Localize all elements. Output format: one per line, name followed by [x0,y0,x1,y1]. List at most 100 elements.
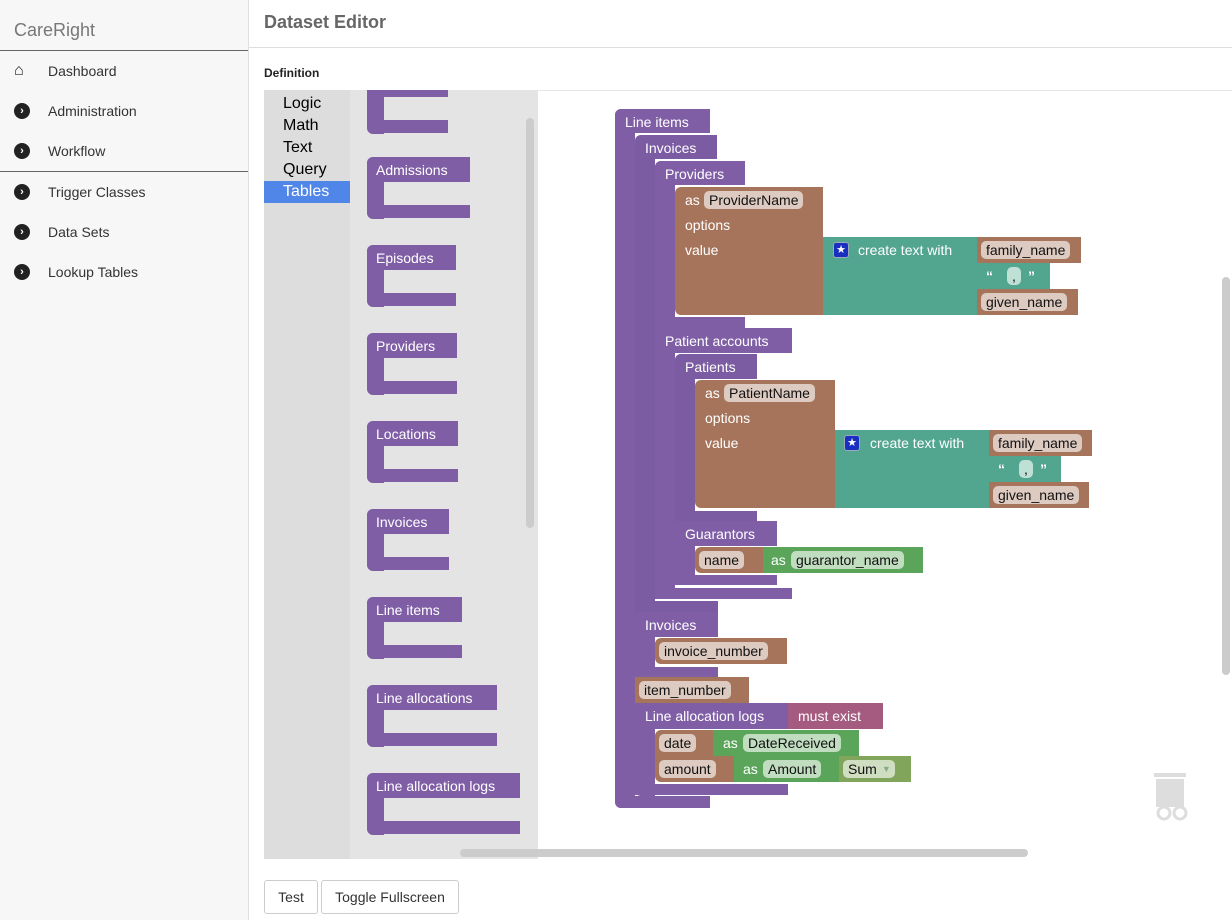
chevron-circle-right-icon: › [14,184,30,200]
workspace-horizontal-scrollbar[interactable] [460,849,1028,857]
field-name: given_name [981,293,1068,311]
patient-accounts-bottom [655,588,792,599]
text-value[interactable]: , [1007,267,1021,285]
category-query[interactable]: Query [264,159,350,181]
aggregate-dropdown[interactable]: Sum ▼ [843,760,895,778]
block-bottom [367,205,470,218]
category-tables[interactable]: Tables [264,181,350,203]
block-label: Line items [625,114,689,130]
invoices-bottom [635,667,718,677]
block-label: Invoices [645,140,697,156]
chevron-circle-right-icon: › [14,143,30,159]
field-name: family_name [993,434,1083,452]
divider [0,171,248,172]
star-icon[interactable]: ★ [833,242,849,258]
field-name: given_name [993,486,1080,504]
home-icon: ⌂ [14,62,24,79]
block-bottom [367,120,448,133]
alias-field[interactable]: Amount [763,760,822,778]
create-text-label: create text with [858,242,953,258]
field-name: date [659,734,697,752]
sidebar-item-lookup-tables[interactable]: › Lookup Tables [14,264,138,280]
sidebar-item-administration[interactable]: › Administration [14,103,137,119]
alias-field[interactable]: guarantor_name [791,551,904,569]
chevron-circle-right-icon: › [14,224,30,240]
sidebar-item-data-sets[interactable]: › Data Sets [14,224,109,240]
workspace-vertical-scrollbar[interactable] [1222,277,1230,675]
star-icon[interactable]: ★ [844,435,860,451]
block-label: Patients [685,359,736,375]
value-label: value [685,242,719,258]
sidebar-item-workflow[interactable]: › Workflow [14,143,105,159]
sidebar-item-label: Trigger Classes [48,184,146,200]
section-label: Definition [264,66,320,80]
line-items-bottom [615,796,710,808]
sidebar: CareRight ⌂ Dashboard › Administration › Wo… [0,0,249,920]
field-name: item_number [639,681,731,699]
flyout: Admissions Episodes Providers Locations … [350,90,538,859]
chevron-circle-right-icon: › [14,264,30,280]
flyout-block[interactable] [367,90,448,134]
close-quote: ” [1040,461,1047,477]
dropdown-arrow-icon: ▼ [881,764,891,774]
brand-logo[interactable]: CareRight [14,20,95,41]
flyout-block[interactable]: Admissions [367,157,470,219]
page-title: Dataset Editor [264,12,387,32]
text-value[interactable]: , [1019,460,1033,478]
category-text[interactable]: Text [264,137,350,159]
invoices-spine [635,135,655,612]
providers-bottom [655,317,745,328]
flyout-scrollbar[interactable] [526,118,534,528]
flyout-block[interactable]: Providers [367,333,457,395]
patients-spine [675,354,695,521]
close-quote: ” [1028,268,1035,284]
sidebar-item-dashboard[interactable]: ⌂ Dashboard [14,62,117,80]
block-bottom [367,293,456,306]
block-label: Invoices [645,617,697,633]
block-label: Patient accounts [665,333,769,349]
flyout-block[interactable]: Locations [367,421,458,483]
test-button[interactable]: Test [264,880,318,914]
flyout-block[interactable]: Line allocations [367,685,497,747]
block-label: Line items [376,602,440,618]
field-name: amount [659,760,716,778]
block-label: Invoices [376,514,428,530]
as-label: as [743,761,758,777]
toggle-fullscreen-button[interactable]: Toggle Fullscreen [321,880,459,914]
field-name: family_name [981,241,1071,259]
category-logic[interactable]: Logic [264,93,350,115]
block-label: Line allocation logs [645,708,765,724]
block-label: Providers [376,338,436,354]
alias-field[interactable]: DateReceived [743,734,841,752]
options-label: options [685,217,731,233]
sidebar-item-trigger-classes[interactable]: › Trigger Classes [14,184,146,200]
alias-field[interactable]: PatientName [724,384,815,402]
trash-can-icon[interactable] [1152,767,1192,822]
open-quote: “ [998,461,1005,477]
flyout-block[interactable]: Line items [367,597,462,659]
divider [0,50,248,51]
flyout-block[interactable]: Invoices [367,509,449,571]
sidebar-item-label: Workflow [48,143,106,159]
block-label: Guarantors [685,526,756,542]
as-label: as [705,385,720,401]
guarantors-bottom [675,575,777,585]
open-quote: “ [986,268,993,284]
value-label: value [705,435,739,451]
block-bottom [367,645,462,658]
alias-field[interactable]: ProviderName [704,191,804,209]
must-exist-label: must exist [798,708,862,724]
flyout-block[interactable]: Episodes [367,245,456,307]
field-name: invoice_number [659,642,768,660]
line-allocation-logs-bottom [635,784,788,795]
toolbox: Logic Math Text Query Tables [264,90,350,859]
sidebar-item-label: Lookup Tables [48,264,139,280]
category-math[interactable]: Math [264,115,350,137]
block-bottom [367,557,449,570]
flyout-block[interactable]: Line allocation logs [367,773,520,835]
sidebar-item-label: Administration [48,103,137,119]
create-text-label: create text with [870,435,965,451]
as-label: as [685,192,700,208]
line-items-spine [615,109,635,808]
divider [249,47,1232,48]
